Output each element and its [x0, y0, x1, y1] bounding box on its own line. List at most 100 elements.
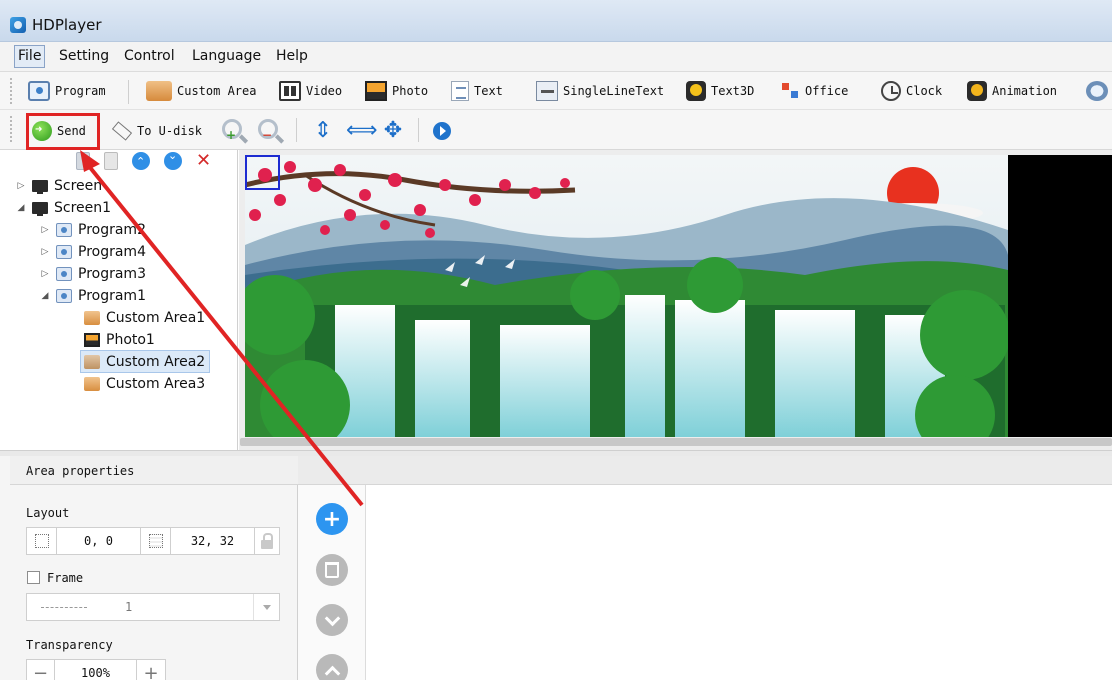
photo-button[interactable]: Photo	[365, 78, 428, 104]
menu-bar: File Setting Control Language Help	[0, 42, 1112, 72]
clock-icon	[881, 81, 901, 101]
tree-item-label: Custom Area1	[106, 310, 206, 326]
add-button[interactable]: +	[316, 503, 348, 535]
move-down-button[interactable]	[316, 604, 348, 636]
layout-field: 0, 0 32, 32	[26, 527, 280, 555]
menu-file[interactable]: File	[14, 45, 46, 68]
tree-item-program3[interactable]: ▷ Program3	[40, 263, 146, 285]
delete-icon[interactable]: ✕	[196, 152, 214, 170]
insert-toolbar: Program Custom Area Video Photo Text Sin…	[0, 72, 1112, 110]
properties-title: Area properties	[26, 464, 135, 478]
tree-item-program4[interactable]: ▷ Program4	[40, 241, 146, 263]
program-icon	[56, 289, 72, 303]
selected-area-outline[interactable]	[245, 155, 280, 190]
menu-control[interactable]: Control	[124, 48, 175, 64]
clock-label: Clock	[906, 84, 943, 98]
tree-item-photo1[interactable]: Photo1	[84, 329, 155, 351]
single-line-text-button[interactable]: SingleLineText	[536, 78, 664, 104]
size-icon	[148, 534, 163, 548]
collapse-icon[interactable]: ◢	[16, 203, 26, 213]
hdplayer-icon	[10, 17, 26, 33]
move-down-icon[interactable]	[164, 149, 182, 170]
tree-item-label: Custom Area3	[106, 376, 206, 392]
fit-all-icon[interactable]: ✥	[380, 118, 406, 144]
single-line-text-label: SingleLineText	[563, 84, 665, 98]
tree-item-custom-area3[interactable]: Custom Area3	[84, 373, 205, 395]
properties-header-strip	[298, 456, 1112, 485]
clock-button[interactable]: Clock	[881, 78, 942, 104]
tree-item-label: Program2	[78, 222, 146, 238]
program-button[interactable]: Program	[28, 78, 106, 104]
app-window: HDPlayer File Setting Control Language H…	[0, 0, 1112, 680]
text-label: Text	[474, 84, 503, 98]
video-button[interactable]: Video	[279, 78, 342, 104]
to-udisk-button[interactable]: To U-disk	[110, 118, 202, 144]
lock-icon[interactable]	[261, 532, 273, 549]
video-label: Video	[306, 84, 343, 98]
chevron-down-icon[interactable]	[253, 594, 279, 620]
toolbar-divider	[418, 118, 419, 142]
expand-icon[interactable]: ▷	[40, 247, 50, 257]
tree-item-custom-area2[interactable]: Custom Area2	[80, 350, 211, 373]
menu-language[interactable]: Language	[192, 48, 261, 64]
frame-select[interactable]: 1	[26, 593, 280, 621]
frame-line-preview	[41, 607, 87, 608]
monitor-icon	[32, 180, 48, 194]
send-highlight-box	[26, 113, 100, 150]
tree-item-program1[interactable]: ◢ Program1	[40, 285, 146, 307]
paste-icon[interactable]	[104, 152, 118, 170]
photo-icon	[84, 333, 100, 347]
move-up-button[interactable]	[316, 654, 348, 680]
toolbar-divider	[296, 118, 297, 142]
transparency-value[interactable]: 100%	[81, 666, 110, 680]
fit-height-icon[interactable]: ⇕	[310, 118, 336, 144]
office-button[interactable]: Office	[780, 78, 848, 104]
tree-item-program2[interactable]: ▷ Program2	[40, 219, 146, 241]
tree-item-label: Program4	[78, 244, 146, 260]
size-value[interactable]: 32, 32	[191, 534, 234, 548]
tree-item-screen[interactable]: ▷ Screen	[16, 175, 102, 197]
play-icon[interactable]	[433, 122, 451, 140]
tree-item-label: Screen	[54, 178, 103, 194]
single-line-text-icon	[536, 81, 558, 101]
program-icon	[28, 81, 50, 101]
frame-checkbox[interactable]	[27, 571, 40, 584]
move-up-icon[interactable]	[132, 152, 150, 170]
collapse-icon[interactable]: ◢	[40, 291, 50, 301]
toolbar-grip[interactable]	[10, 116, 13, 142]
custom-area-icon	[84, 354, 100, 369]
office-icon	[780, 81, 800, 101]
menu-setting[interactable]: Setting	[59, 48, 109, 64]
text3d-icon	[686, 81, 706, 101]
animation-label: Animation	[992, 84, 1058, 98]
horizontal-scrollbar[interactable]	[240, 438, 1112, 446]
copy-icon[interactable]	[76, 152, 90, 170]
custom-area-button[interactable]: Custom Area	[146, 78, 256, 104]
position-value[interactable]: 0, 0	[84, 534, 113, 548]
text-button[interactable]: Text	[451, 78, 503, 104]
toolbar-grip[interactable]	[10, 78, 13, 104]
animation-button[interactable]: Animation	[967, 78, 1057, 104]
increase-button[interactable]: +	[137, 660, 165, 680]
tree-item-screen1[interactable]: ◢ Screen1	[16, 197, 111, 219]
decrease-button[interactable]: −	[27, 660, 55, 680]
text3d-label: Text3D	[711, 84, 755, 98]
video-icon	[279, 81, 301, 101]
tree-item-custom-area1[interactable]: Custom Area1	[84, 307, 205, 329]
trash-button[interactable]	[316, 554, 348, 586]
position-cell	[27, 528, 57, 554]
expand-icon[interactable]: ▷	[40, 225, 50, 235]
expand-icon[interactable]: ▷	[40, 269, 50, 279]
custom-area-icon	[146, 81, 172, 101]
custom-area-icon	[84, 311, 100, 325]
fit-width-icon[interactable]: ⟺	[346, 118, 378, 144]
zoom-out-icon[interactable]	[258, 119, 278, 142]
zoom-in-icon[interactable]	[222, 119, 242, 142]
preview-image[interactable]	[245, 155, 1008, 437]
app-title: HDPlayer	[32, 16, 102, 34]
menu-help[interactable]: Help	[276, 48, 308, 64]
alarm-button[interactable]	[1086, 78, 1108, 104]
text3d-button[interactable]: Text3D	[686, 78, 754, 104]
program-icon	[56, 223, 72, 237]
expand-icon[interactable]: ▷	[16, 181, 26, 191]
